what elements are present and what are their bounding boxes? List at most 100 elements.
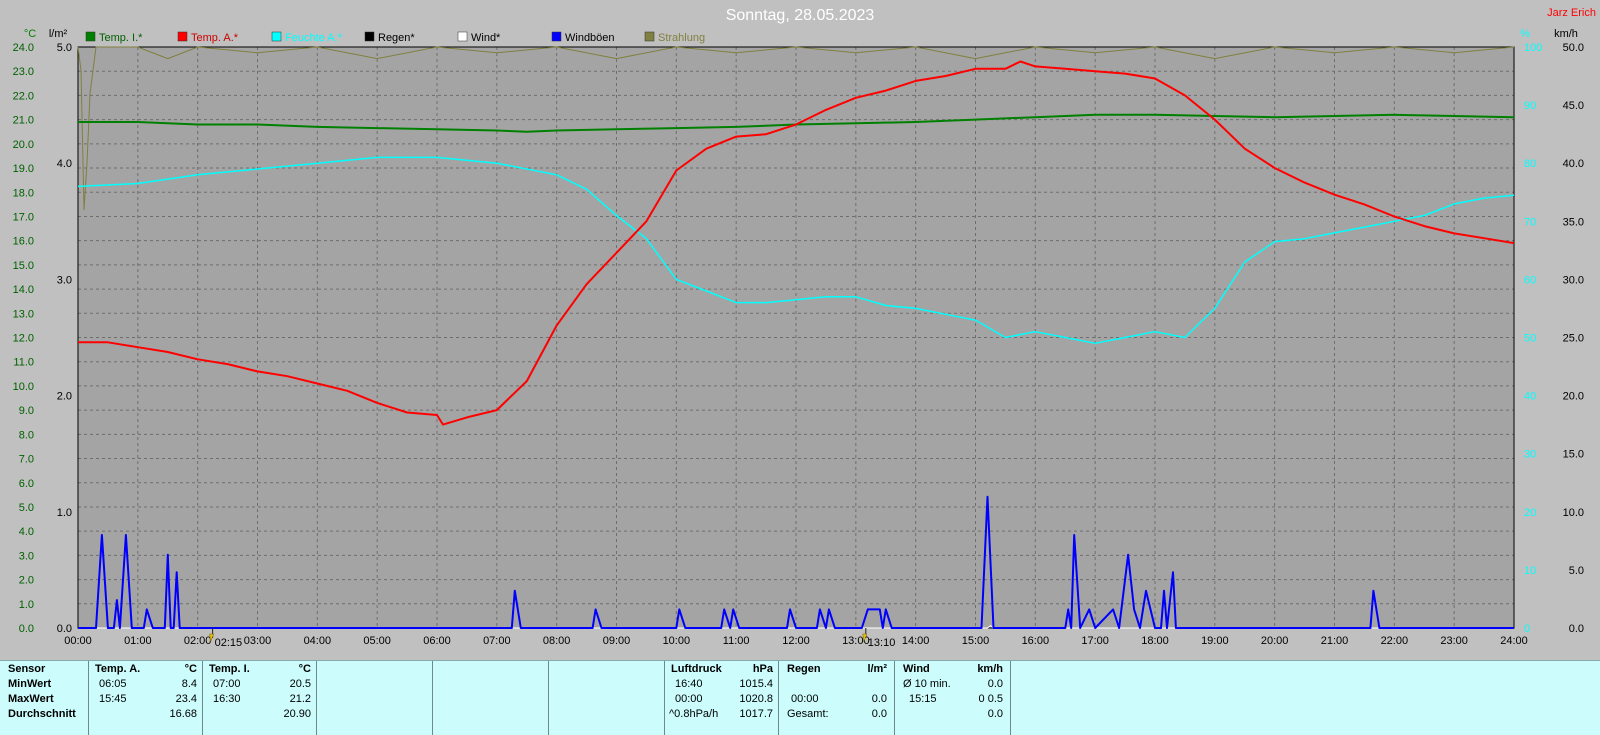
wind-tick-label: 25.0 [1563,333,1584,345]
humidity-tick-label: 10 [1524,565,1536,577]
legend-label: Feuchte A.* [285,32,343,44]
temp-out-min-time: 06:05 [99,678,127,690]
legend: Temp. I.* Temp. A.* Feuchte A.* Regen* Wind*… [85,31,705,44]
row-avg-label: Durchschnitt [8,708,76,720]
temp-tick-label: 10.0 [13,381,34,393]
wind-avg-value: 0.0 [987,678,1003,690]
empty-block-3 [548,661,665,735]
humidity-tick-label: 100 [1524,42,1542,54]
legend-swatch [364,31,375,42]
temp-tick-label: 7.0 [19,454,34,466]
humidity-tick-label: 40 [1524,391,1536,403]
temp-tick-label: 24.0 [13,42,34,54]
temp-tick-label: 19.0 [13,163,34,175]
time-tick-label: 09:00 [603,635,631,647]
temp-tick-label: 3.0 [19,550,34,562]
time-tick-label: 05:00 [363,635,391,647]
wind-max-value: 0 0.5 [978,693,1003,705]
author-label: Jarz Erich [1547,7,1596,19]
time-tick-label: 12:00 [782,635,810,647]
pressure-max-value: 1020.8 [739,693,773,705]
legend-label: Regen* [378,32,415,44]
time-tick-label: 14:00 [902,635,930,647]
legend-swatch [457,31,468,42]
wind-tick-label: 35.0 [1563,216,1584,228]
temp-out-unit: °C [184,663,197,675]
time-tick-label: 06:00 [423,635,451,647]
wind-tick-label: 50.0 [1563,42,1584,54]
temp-out-max-time: 15:45 [99,693,127,705]
legend-label: Windböen [565,32,615,44]
time-tick-label: 07:00 [483,635,511,647]
time-tick-label: 23:00 [1440,635,1468,647]
temp-tick-label: 4.0 [19,526,34,538]
time-tick-label: 21:00 [1321,635,1349,647]
rain-total-value: 0.0 [871,708,887,720]
wind-tick-label: 30.0 [1563,274,1584,286]
rain-axis: 0.0 1.0 2.0 3.0 4.0 5.0 [57,42,72,635]
temp-in-block: Temp. I. °C 07:00 20.5 16:30 21.2 20.90 [202,661,317,735]
pressure-block: Luftdruck hPa 16:40 1015.4 00:00 1020.8 … [664,661,779,735]
rain-tick-label: 1.0 [57,507,72,519]
weather-chart: 0.0 1.0 2.0 3.0 4.0 5.0 6.0 7.0 8.0 9.0 10.0 11.0 12… [0,0,1600,660]
humidity-tick-label: 50 [1524,333,1536,345]
wind-avg-day: 0.0 [987,708,1003,720]
temp-in-max-value: 21.2 [289,693,311,705]
pressure-average: 1017.7 [739,708,773,720]
time-tick-label: 15:00 [962,635,990,647]
humidity-axis: 0 10 20 30 40 50 60 70 80 90 100 [1524,42,1542,635]
time-tick-label: 22:00 [1381,635,1409,647]
humidity-unit-label: % [1520,28,1530,40]
humidity-tick-label: 0 [1524,623,1530,635]
time-tick-label: 00:00 [64,635,92,647]
time-axis: 00:00 01:00 02:00 03:00 04:00 05:00 06:00 07:00… [64,635,1528,647]
rain-tick-label: 0.0 [57,623,72,635]
row-min-label: MinWert [8,678,52,690]
rain-tick-label: 2.0 [57,391,72,403]
time-tick-label: 16:00 [1022,635,1050,647]
humidity-tick-label: 90 [1524,100,1536,112]
time-tick-label: 03:00 [244,635,272,647]
empty-block-1 [316,661,433,735]
temp-tick-label: 18.0 [13,187,34,199]
temp-tick-label: 1.0 [19,599,34,611]
humidity-tick-label: 30 [1524,449,1536,461]
temp-unit-label: °C [24,28,36,40]
legend-label: Strahlung [658,32,705,44]
temp-tick-label: 16.0 [13,236,34,248]
temp-out-average: 16.68 [169,708,197,720]
temp-tick-label: 2.0 [19,575,34,587]
rain-value: 0.0 [871,693,887,705]
legend-label: Wind* [471,32,501,44]
pressure-unit: hPa [752,663,773,675]
legend-label: Temp. A.* [191,32,239,44]
wind-tick-label: 40.0 [1563,158,1584,170]
time-tick-label: 01:00 [124,635,152,647]
temp-tick-label: 13.0 [13,308,34,320]
rain-total-label: Gesamt: [787,708,829,720]
rain-time: 00:00 [791,693,819,705]
time-tick-label: 10:00 [663,635,691,647]
temp-in-unit: °C [298,663,311,675]
sensor-header: Sensor [8,663,46,675]
rain-block: Regen l/m² 00:00 0.0 Gesamt: 0.0 [778,661,895,735]
temp-tick-label: 15.0 [13,260,34,272]
temp-tick-label: 22.0 [13,90,34,102]
rain-tick-label: 5.0 [57,42,72,54]
humidity-tick-label: 20 [1524,507,1536,519]
wind-axis: 0.0 5.0 10.0 15.0 20.0 25.0 30.0 35.0 40.0 45.0 50… [1563,42,1584,635]
temp-in-max-time: 16:30 [213,693,241,705]
humidity-tick-label: 80 [1524,158,1536,170]
wind-tick-label: 0.0 [1569,623,1584,635]
wind-unit: km/h [977,663,1003,675]
temp-tick-label: 17.0 [13,211,34,223]
wind-tick-label: 5.0 [1569,565,1584,577]
pressure-min-value: 1015.4 [739,678,773,690]
temp-out-block: Temp. A. °C 06:05 8.4 15:45 23.4 16.68 [88,661,203,735]
wind-avg-label: Ø 10 min. [903,678,951,690]
temp-tick-label: 12.0 [13,333,34,345]
wind-max-time: 15:15 [909,693,937,705]
marker-label: 13:10 [868,637,896,649]
wind-block: Wind km/h Ø 10 min. 0.0 15:15 0 0.5 0.0 [894,661,1011,735]
pressure-max-time: 00:00 [675,693,703,705]
